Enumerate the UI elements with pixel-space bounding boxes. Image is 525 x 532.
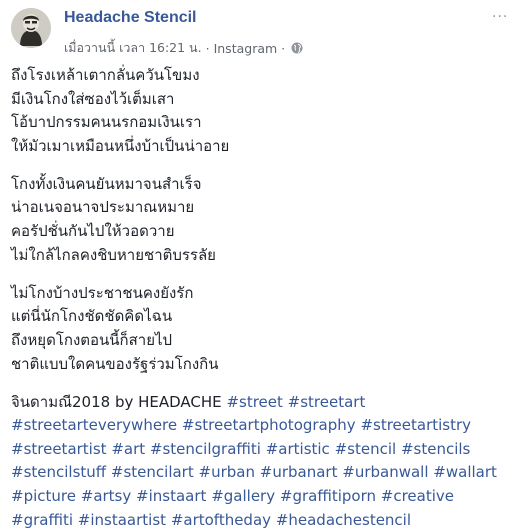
hashtag-link[interactable]: #artoftheday	[171, 511, 271, 529]
post-header: Headache Stencil ··· เมื่อวานนี้ เวลา 16…	[11, 8, 516, 58]
hashtag-link[interactable]: #headachestencil	[276, 511, 411, 529]
hashtag-link[interactable]: #streetarteverywhere	[11, 416, 177, 434]
hashtag-link[interactable]: #street	[226, 393, 282, 411]
hashtag-link[interactable]: #gallery	[211, 487, 275, 505]
hashtag-link[interactable]: #graffiti	[11, 511, 73, 529]
caption-text: จินดามณี2018 by HEADACHE	[11, 392, 222, 411]
hashtag-link[interactable]: #streetartistry	[360, 416, 471, 434]
hashtag-link[interactable]: #urbanwall	[342, 463, 428, 481]
poem-line: แต่นี่นักโกงชัดชัดคิดไฉน	[11, 307, 173, 326]
hashtag-link[interactable]: #creative	[381, 487, 454, 505]
avatar[interactable]	[11, 8, 51, 48]
more-options-icon[interactable]: ···	[492, 10, 514, 24]
poem-line: ถึงหยุดโกงตอนนี้ก็สายไป	[11, 330, 173, 349]
hashtag-link[interactable]: #stencil	[335, 440, 397, 458]
avatar-portrait-icon	[11, 8, 51, 48]
poem-line: ไม่โกงบ้างประชาชนคงยังรัก	[11, 283, 194, 302]
hashtag-link[interactable]: #stencils	[401, 440, 470, 458]
poem-stanza: ไม่โกงบ้างประชาชนคงยังรัก แต่นี่นักโกงชั…	[11, 282, 516, 376]
hashtag-link[interactable]: #art	[111, 440, 145, 458]
poem-line: คอรัปชั่นกันไปให้วอดวาย	[11, 222, 175, 241]
hashtag-link[interactable]: #streetartphotography	[182, 416, 356, 434]
caption: จินดามณี2018 by HEADACHE #street #street…	[11, 391, 516, 532]
hashtag-link[interactable]: #stencilgraffiti	[150, 440, 261, 458]
hashtag-link[interactable]: #stencilart	[111, 463, 194, 481]
hashtag-link[interactable]: #urbanart	[260, 463, 338, 481]
poem-line: ให้มัวเมาเหมือนหนึ่งบ้าเป็นน่าอาย	[11, 136, 230, 155]
source-label[interactable]: Instagram	[214, 41, 278, 56]
hashtag-link[interactable]: #artsy	[81, 487, 132, 505]
poem-line: ไม่ใกล้ไกลคงชิบหายชาติบรรลัย	[11, 245, 216, 264]
timestamp[interactable]: เมื่อวานนี้ เวลา 16:21 น.	[64, 38, 202, 58]
page-name[interactable]: Headache Stencil	[64, 9, 197, 27]
hashtag-link[interactable]: #urban	[199, 463, 255, 481]
poem-line: น่าอเนจอนาจประมาณหมาย	[11, 198, 195, 217]
hashtag-link[interactable]: #streetart	[288, 393, 366, 411]
hashtag-link[interactable]: #artistic	[266, 440, 330, 458]
poem-line: ชาติแบบใดคนของรัฐร่วมโกงกิน	[11, 354, 219, 373]
post-meta: เมื่อวานนี้ เวลา 16:21 น. · Instagram ·	[64, 38, 303, 58]
separator: ·	[205, 40, 210, 56]
hashtag-link[interactable]: #streetartist	[11, 440, 107, 458]
hashtag-link[interactable]: #picture	[11, 487, 76, 505]
poem-line: โอ้บาปกรรมคนนรกอมเงินเรา	[11, 113, 202, 132]
facebook-post: Headache Stencil ··· เมื่อวานนี้ เวลา 16…	[0, 0, 525, 529]
poem-stanza: ถึงโรงเหล้าเตากลั่นควันโขมง มีเงินโกงใส่…	[11, 64, 516, 158]
separator: ·	[281, 40, 286, 56]
hashtag-link[interactable]: #instaart	[136, 487, 206, 505]
hashtag-link[interactable]: #instaartist	[78, 511, 166, 529]
poem-line: โกงทั้งเงินคนยันหมาจนสำเร็จ	[11, 174, 202, 193]
poem-line: มีเงินโกงใส่ซองไว้เต็มเสา	[11, 89, 175, 108]
poem-stanza: โกงทั้งเงินคนยันหมาจนสำเร็จ น่าอเนจอนาจป…	[11, 173, 516, 267]
hashtag-link[interactable]: #wallart	[433, 463, 497, 481]
globe-icon[interactable]	[291, 42, 303, 54]
hashtag-link[interactable]: #graffitiporn	[280, 487, 376, 505]
post-body: ถึงโรงเหล้าเตากลั่นควันโขมง มีเงินโกงใส่…	[11, 64, 516, 532]
hashtag-link[interactable]: #stencilstuff	[11, 463, 106, 481]
poem-line: ถึงโรงเหล้าเตากลั่นควันโขมง	[11, 66, 200, 84]
